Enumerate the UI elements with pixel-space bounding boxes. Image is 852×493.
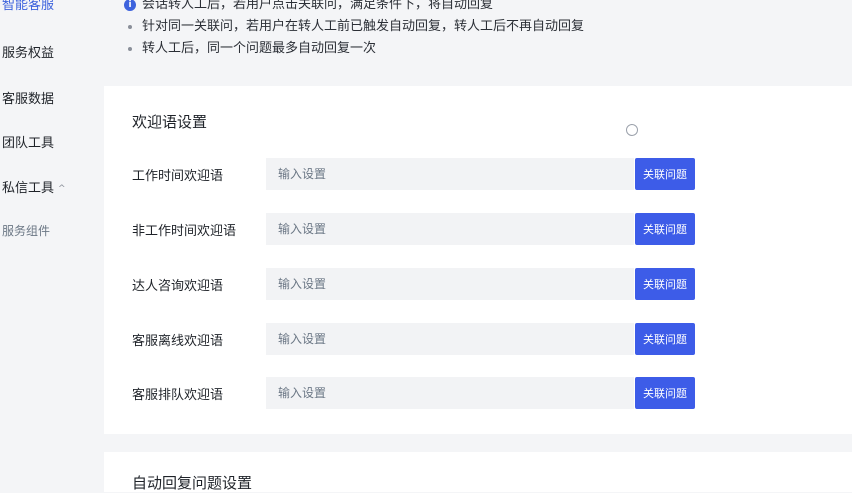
- link-question-button[interactable]: 关联问题: [635, 213, 695, 245]
- field-label: 非工作时间欢迎语: [132, 224, 237, 239]
- sidebar-item-team-tools[interactable]: 团队工具: [2, 132, 54, 151]
- link-question-button[interactable]: 关联问题: [635, 323, 695, 355]
- field-label: 客服排队欢迎语: [132, 388, 224, 403]
- sidebar-item-service-components[interactable]: 服务组件: [2, 222, 50, 239]
- link-question-button[interactable]: 关联问题: [635, 377, 695, 409]
- sidebar-item-label: 智能客服: [2, 0, 55, 13]
- auto-reply-settings-panel: 自动回复问题设置: [104, 452, 852, 492]
- welcome-message-input[interactable]: [266, 377, 634, 409]
- bullet-icon: [128, 25, 132, 29]
- notice-list: i 会话转人工后，若用户点击关联问，满足条件下，将自动回复 针对同一关联问，若用…: [122, 0, 584, 60]
- sidebar-item-label: 客服数据: [2, 92, 55, 107]
- notice-text: 针对同一关联问，若用户在转人工前已触发自动回复，转人工后不再自动回复: [142, 19, 585, 34]
- field-label: 达人咨询欢迎语: [132, 279, 224, 294]
- notice-text: 会话转人工后，若用户点击关联问，满足条件下，将自动回复: [142, 0, 494, 12]
- notice-text: 转人工后，同一个问题最多自动回复一次: [142, 41, 377, 56]
- sidebar-item-label: 团队工具: [2, 136, 55, 151]
- sidebar-item-label: 私信工具: [2, 181, 55, 196]
- welcome-message-input[interactable]: [266, 323, 634, 355]
- sidebar-item-label: 服务权益: [2, 46, 55, 61]
- form-row-influencer: 达人咨询欢迎语 关联问题: [104, 268, 852, 300]
- welcome-message-input[interactable]: [266, 158, 634, 190]
- welcome-message-input[interactable]: [266, 268, 634, 300]
- field-label: 客服离线欢迎语: [132, 334, 224, 349]
- sidebar: 智能客服 服务权益 客服数据 团队工具 私信工具 ^ 服务组件: [0, 0, 92, 480]
- chevron-up-icon: ^: [58, 184, 66, 194]
- field-label: 工作时间欢迎语: [132, 169, 224, 184]
- section-title: 自动回复问题设置: [132, 474, 253, 492]
- form-row-off-hours: 非工作时间欢迎语 关联问题: [104, 213, 852, 245]
- notice-item: 针对同一关联问，若用户在转人工前已触发自动回复，转人工后不再自动回复: [122, 16, 584, 38]
- sidebar-item-service-rights[interactable]: 服务权益: [2, 42, 54, 61]
- sidebar-item-private-message-tools[interactable]: 私信工具 ^: [2, 177, 66, 196]
- info-icon: i: [124, 0, 136, 11]
- sidebar-item-service-data[interactable]: 客服数据: [2, 88, 54, 107]
- notice-item: i 会话转人工后，若用户点击关联问，满足条件下，将自动回复: [122, 0, 584, 16]
- cursor-icon: [626, 124, 638, 136]
- link-question-button[interactable]: 关联问题: [635, 268, 695, 300]
- form-row-queue: 客服排队欢迎语 关联问题: [104, 377, 852, 409]
- link-question-button[interactable]: 关联问题: [635, 158, 695, 190]
- form-row-offline: 客服离线欢迎语 关联问题: [104, 323, 852, 355]
- sidebar-item-label: 服务组件: [2, 224, 51, 238]
- welcome-settings-panel: 欢迎语设置 工作时间欢迎语 关联问题 非工作时间欢迎语 关联问题 达人咨询欢迎语…: [104, 86, 852, 434]
- bullet-icon: [128, 47, 132, 51]
- form-row-work-hours: 工作时间欢迎语 关联问题: [104, 158, 852, 190]
- sidebar-item-smart-service[interactable]: 智能客服: [2, 0, 54, 13]
- section-title: 欢迎语设置: [132, 113, 208, 131]
- welcome-message-input[interactable]: [266, 213, 634, 245]
- notice-item: 转人工后，同一个问题最多自动回复一次: [122, 38, 584, 60]
